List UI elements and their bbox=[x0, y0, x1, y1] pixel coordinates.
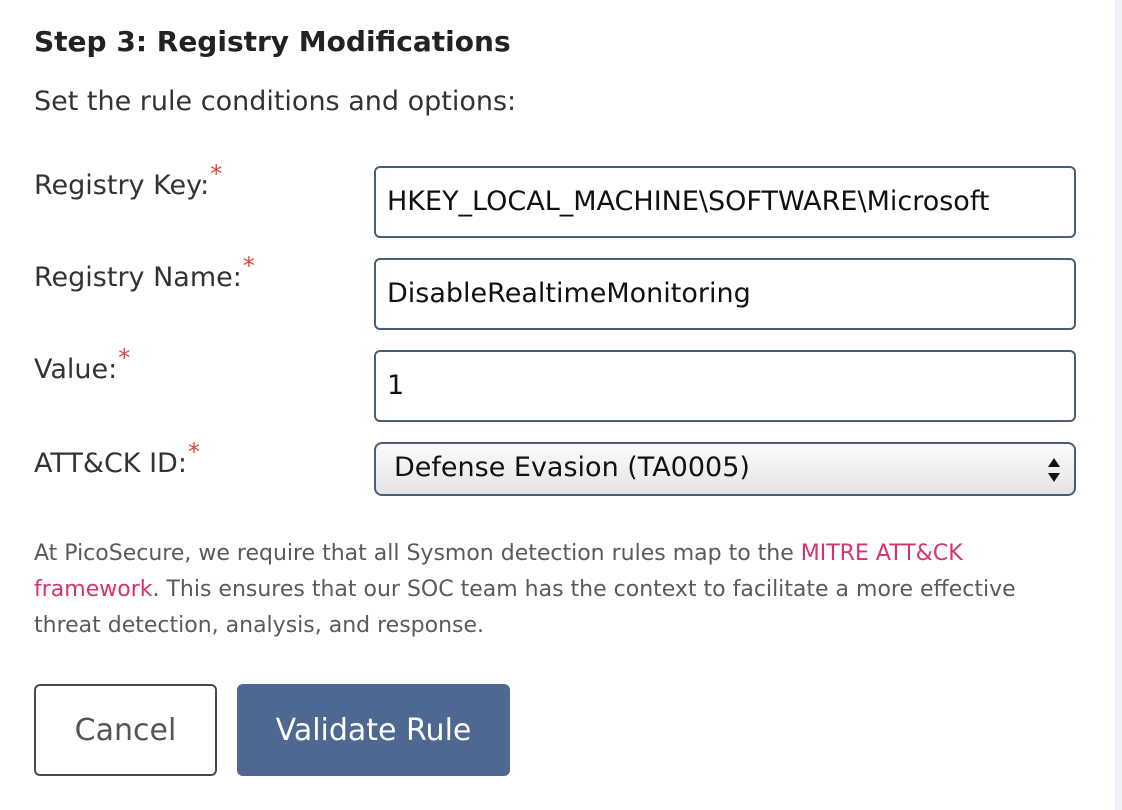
registry-key-input[interactable]: HKEY_LOCAL_MACHINE\SOFTWARE\Microsoft bbox=[374, 166, 1076, 238]
registry-name-label: Registry Name:* bbox=[34, 252, 255, 293]
value-input[interactable]: 1 bbox=[374, 350, 1076, 422]
required-marker: * bbox=[118, 344, 131, 372]
required-marker: * bbox=[242, 252, 255, 280]
registry-key-label-text: Registry Key: bbox=[34, 170, 210, 201]
up-down-arrows-icon bbox=[1048, 458, 1060, 482]
registry-name-value: DisableRealtimeMonitoring bbox=[387, 278, 751, 309]
page-scroll-edge bbox=[1115, 0, 1122, 810]
registry-name-input[interactable]: DisableRealtimeMonitoring bbox=[374, 258, 1076, 330]
attack-id-label-text: ATT&CK ID: bbox=[34, 448, 187, 479]
validate-rule-button-label: Validate Rule bbox=[275, 712, 472, 748]
value-label: Value:* bbox=[34, 344, 130, 385]
registry-key-value: HKEY_LOCAL_MACHINE\SOFTWARE\Microsoft bbox=[387, 186, 990, 217]
cancel-button-label: Cancel bbox=[74, 712, 177, 748]
note-text-before: At PicoSecure, we require that all Sysmo… bbox=[34, 541, 801, 566]
registry-name-label-text: Registry Name: bbox=[34, 262, 242, 293]
attack-id-label: ATT&CK ID:* bbox=[34, 438, 200, 479]
value-label-text: Value: bbox=[34, 354, 118, 385]
attack-id-selected-value: Defense Evasion (TA0005) bbox=[394, 452, 750, 483]
step-title: Step 3: Registry Modifications bbox=[34, 25, 511, 58]
required-marker: * bbox=[210, 160, 223, 188]
attack-id-select[interactable]: Defense Evasion (TA0005) bbox=[374, 442, 1076, 496]
value-input-value: 1 bbox=[387, 370, 405, 401]
mitre-requirement-note: At PicoSecure, we require that all Sysmo… bbox=[34, 536, 1034, 644]
cancel-button[interactable]: Cancel bbox=[34, 684, 217, 776]
registry-key-label: Registry Key:* bbox=[34, 160, 222, 201]
step-subtitle: Set the rule conditions and options: bbox=[34, 86, 517, 117]
note-text-after: . This ensures that our SOC team has the… bbox=[34, 577, 1016, 638]
required-marker: * bbox=[187, 438, 200, 466]
validate-rule-button[interactable]: Validate Rule bbox=[237, 684, 510, 776]
